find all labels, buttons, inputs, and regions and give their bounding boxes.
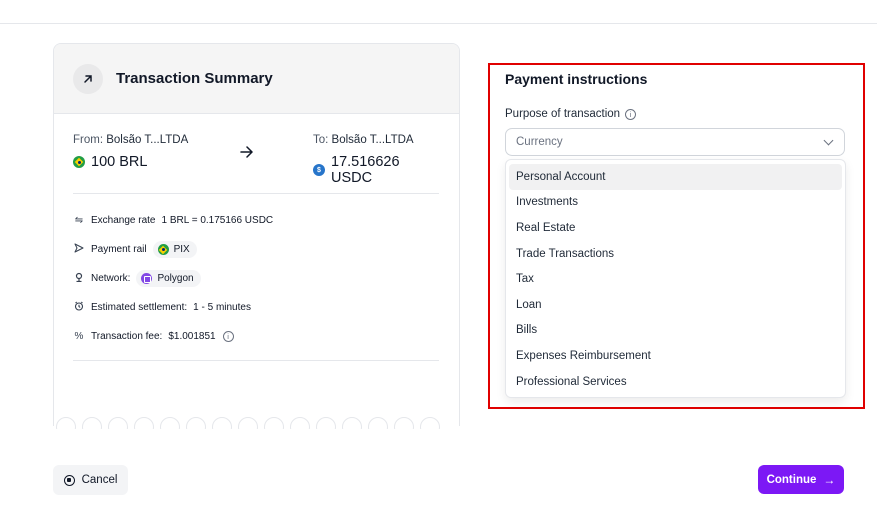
divider: [73, 360, 439, 361]
purpose-dropdown-menu: Personal Account Investments Real Estate…: [505, 159, 846, 398]
polygon-icon: [141, 273, 153, 284]
option-investments[interactable]: Investments: [509, 190, 842, 216]
clock-icon: [73, 301, 85, 314]
summary-header: Transaction Summary: [54, 44, 459, 114]
receipt-edge: [54, 417, 459, 429]
arrow-right-icon: [240, 145, 254, 162]
to-amount: 17.516626 USDC: [331, 154, 400, 186]
continue-button[interactable]: Continue →: [758, 465, 844, 494]
chevron-down-icon: [823, 135, 834, 146]
from-amount: 100 BRL: [91, 154, 148, 170]
usdc-icon: $: [313, 164, 325, 176]
network-icon: [73, 272, 85, 285]
brazil-flag-icon: [73, 156, 85, 168]
transaction-summary-card: Transaction Summary From: Bolsão T...LTD…: [53, 43, 460, 426]
option-expenses-reimbursement[interactable]: Expenses Reimbursement: [509, 343, 842, 369]
from-party: From: Bolsão T...LTDA 100 BRL: [73, 134, 188, 170]
network-chip: Polygon: [136, 270, 201, 287]
arrow-up-right-icon: [73, 63, 103, 94]
payment-instructions-title: Payment instructions: [505, 71, 648, 87]
purpose-label: Purpose of transaction i: [505, 108, 637, 120]
payment-rail-row: Payment rail PIX: [73, 235, 273, 264]
info-icon[interactable]: i: [625, 108, 637, 120]
send-icon: [73, 243, 85, 256]
summary-title: Transaction Summary: [116, 70, 273, 87]
payment-instructions-panel: Payment instructions Purpose of transact…: [488, 63, 865, 409]
fee-value: $1.001851: [168, 331, 216, 342]
option-personal-account[interactable]: Personal Account: [509, 164, 842, 190]
network-row: Network: Polygon: [73, 264, 273, 293]
to-prefix: To:: [313, 134, 332, 146]
option-bills[interactable]: Bills: [509, 318, 842, 344]
option-tax[interactable]: Tax: [509, 266, 842, 292]
exchange-rate-value: 1 BRL = 0.175166 USDC: [161, 215, 274, 226]
settlement-value: 1 - 5 minutes: [193, 302, 251, 313]
stop-circle-icon: [63, 474, 75, 486]
percent-icon: %: [74, 331, 84, 342]
payment-rail-chip: PIX: [152, 241, 197, 258]
fee-row: % Transaction fee: $1.001851 i: [73, 322, 273, 351]
to-party: To: Bolsão T...LTDA $ 17.516626 USDC: [313, 134, 439, 186]
transfer-parties: From: Bolsão T...LTDA 100 BRL To: Bolsão…: [73, 134, 439, 186]
top-bar: [0, 0, 877, 24]
transaction-details: ⇋ Exchange rate 1 BRL = 0.175166 USDC Pa…: [73, 206, 273, 351]
info-icon[interactable]: i: [222, 331, 234, 342]
exchange-icon: ⇋: [74, 215, 84, 226]
cancel-button[interactable]: Cancel: [53, 465, 128, 495]
exchange-rate-row: ⇋ Exchange rate 1 BRL = 0.175166 USDC: [74, 215, 274, 226]
from-name: Bolsão T...LTDA: [106, 134, 189, 146]
option-loan[interactable]: Loan: [509, 292, 842, 318]
option-trade-transactions[interactable]: Trade Transactions: [509, 241, 842, 267]
from-prefix: From:: [73, 134, 107, 146]
to-name: Bolsão T...LTDA: [331, 134, 414, 146]
settlement-row: Estimated settlement: 1 - 5 minutes: [73, 293, 273, 322]
select-placeholder: Currency: [516, 136, 563, 148]
option-real-estate[interactable]: Real Estate: [509, 215, 842, 241]
option-professional-services[interactable]: Professional Services: [509, 369, 842, 395]
brazil-flag-icon: [157, 244, 169, 255]
divider: [73, 193, 439, 194]
purpose-select[interactable]: Currency: [505, 128, 845, 156]
arrow-right-icon: →: [823, 472, 836, 487]
